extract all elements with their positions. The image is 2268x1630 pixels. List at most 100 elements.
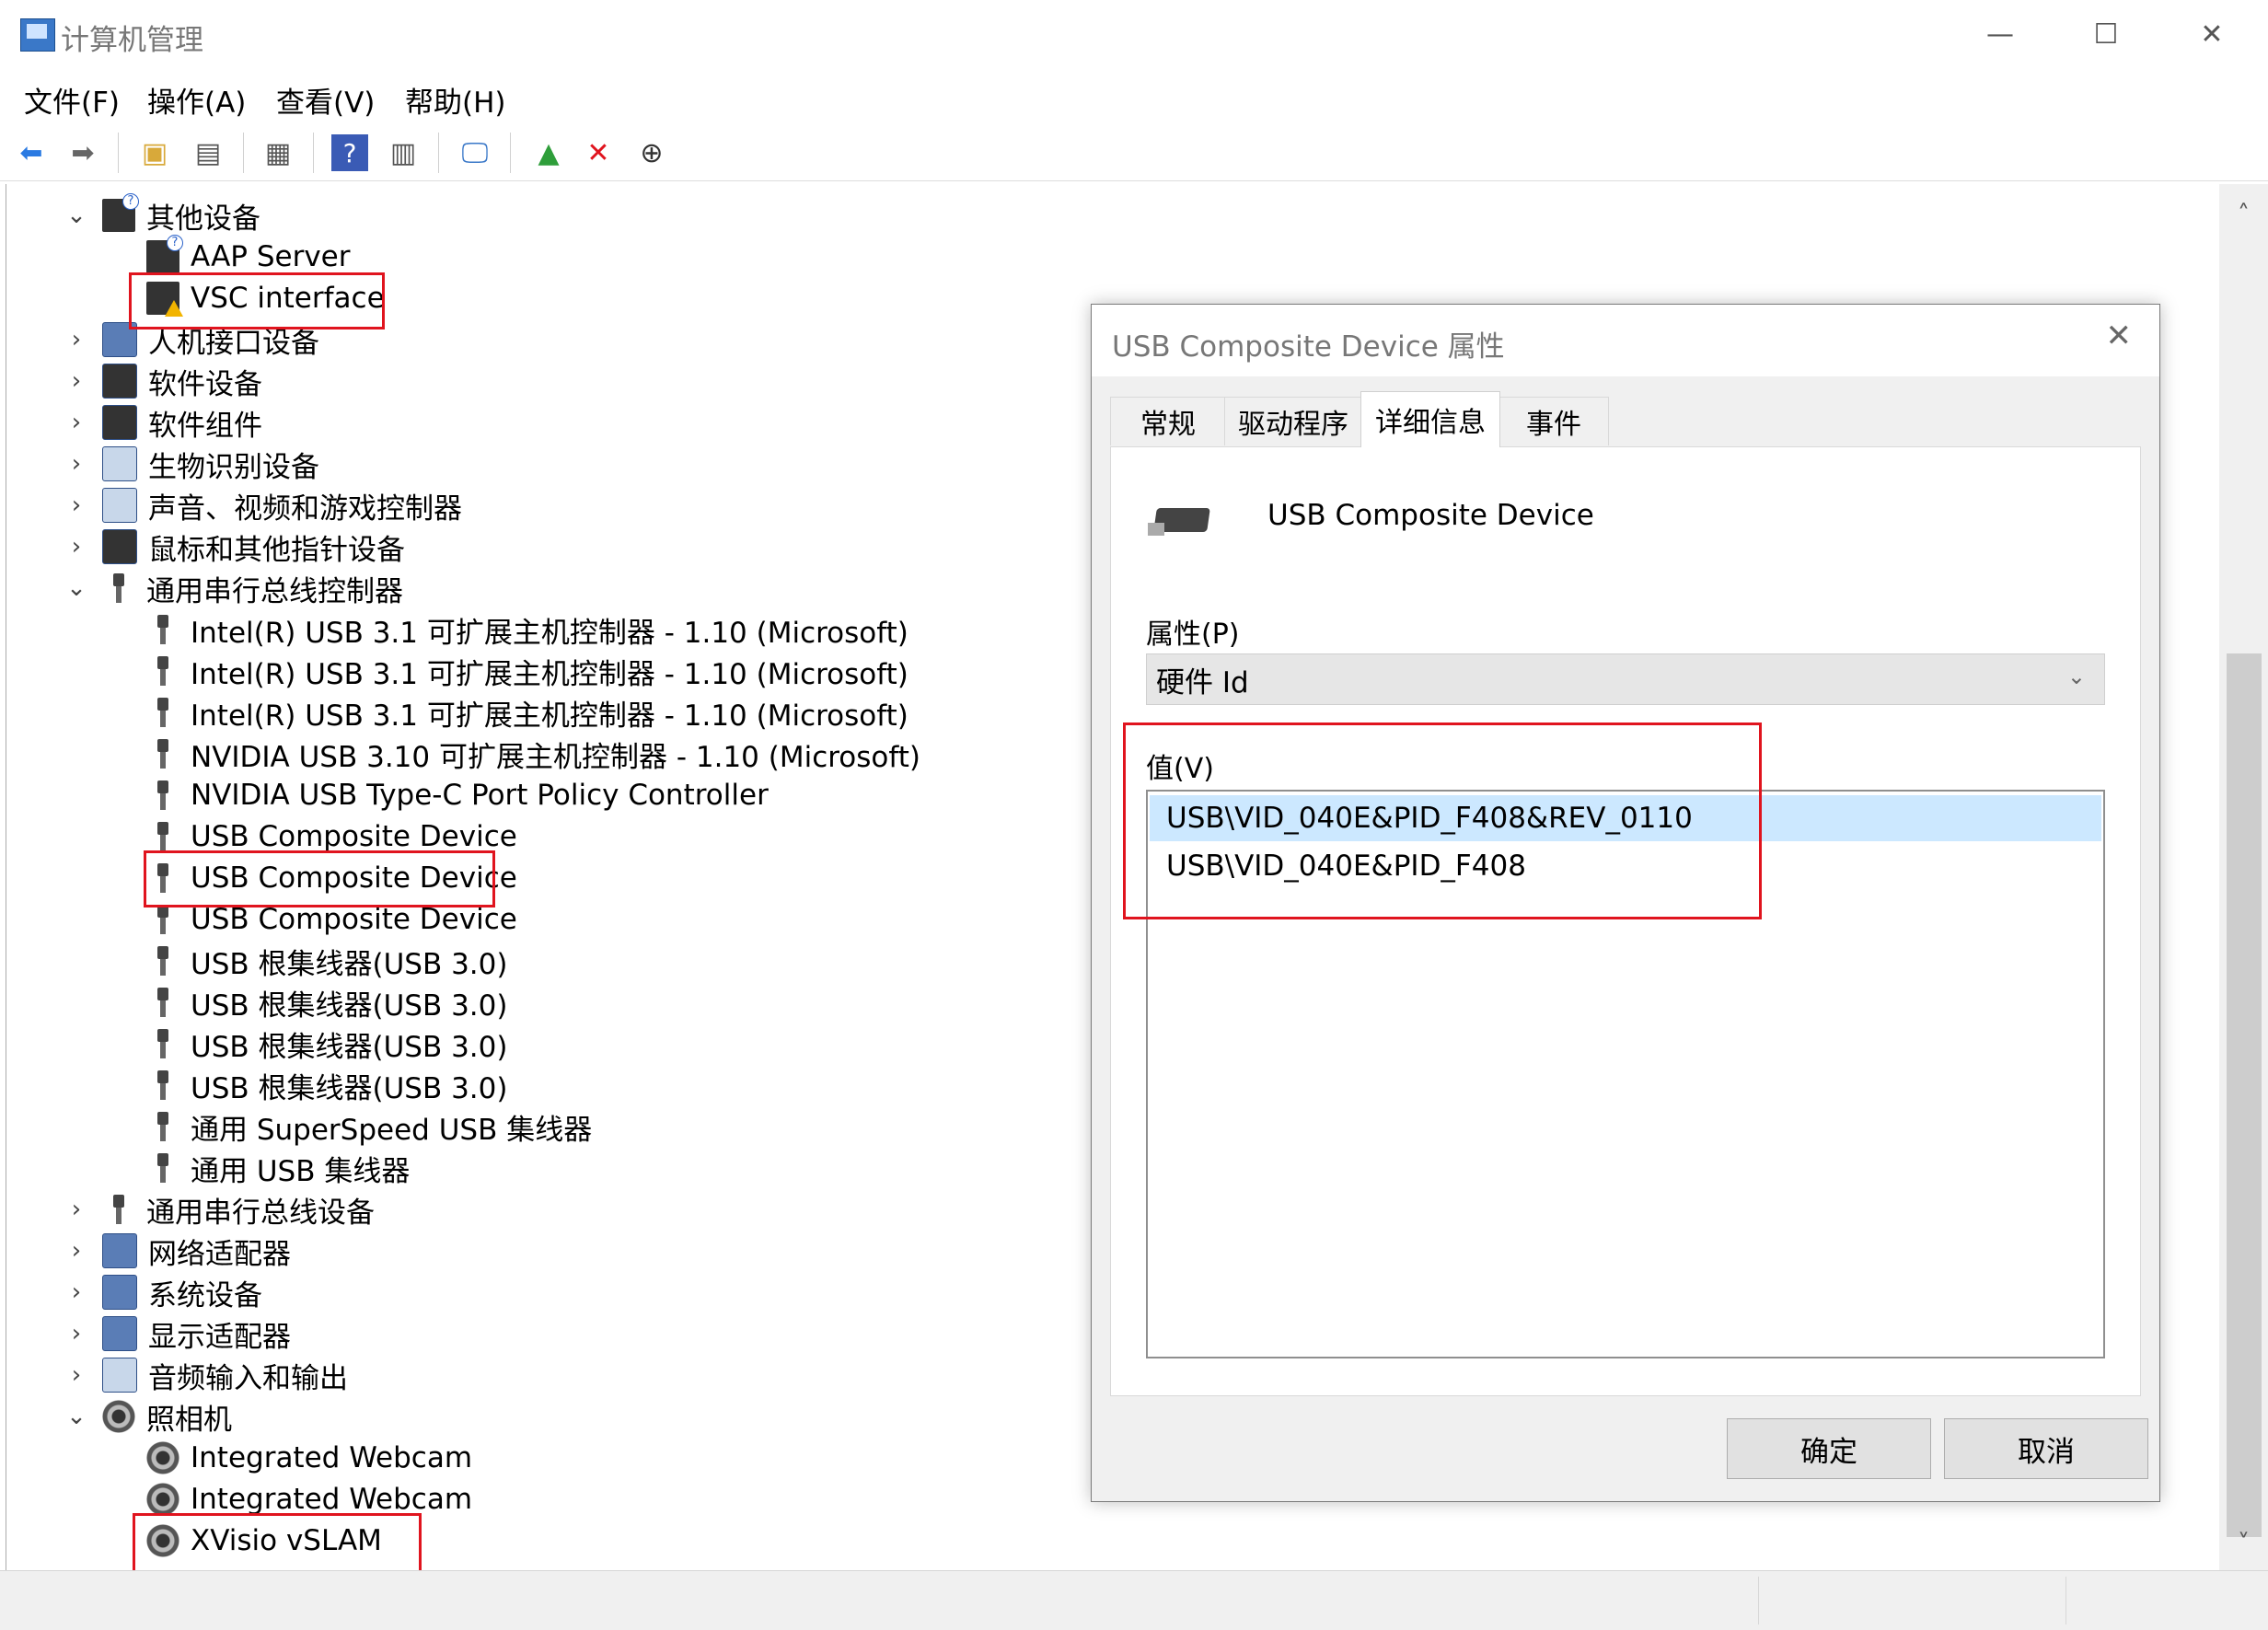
- dialog-title: USB Composite Device 属性: [1112, 330, 1505, 364]
- chevron-right-icon[interactable]: ›: [65, 1272, 87, 1312]
- update-driver-icon[interactable]: ▲: [530, 134, 567, 171]
- tree-item[interactable]: 显示适配器: [102, 1313, 291, 1354]
- tree-item-label: 显示适配器: [148, 1320, 291, 1354]
- chevron-right-icon[interactable]: ›: [65, 1313, 87, 1354]
- tree-item[interactable]: 软件设备: [102, 361, 262, 401]
- property-selected-value: 硬件 Id: [1156, 665, 1249, 699]
- chevron-right-icon[interactable]: ›: [65, 319, 87, 360]
- tree-item-label: NVIDIA USB 3.10 可扩展主机控制器 - 1.10 (Microso…: [191, 740, 921, 774]
- scroll-up-icon[interactable]: ˄: [2219, 201, 2268, 234]
- tree-item[interactable]: 通用 SuperSpeed USB 集线器: [146, 1106, 592, 1147]
- chevron-right-icon[interactable]: ›: [65, 1355, 87, 1395]
- usb-icon: [146, 1151, 179, 1185]
- tree-item-label: 通用串行总线设备: [146, 1196, 375, 1230]
- mouse-icon: [102, 529, 137, 564]
- scroll-thumb[interactable]: [2227, 653, 2262, 1537]
- tree-item[interactable]: NVIDIA USB Type-C Port Policy Controller: [146, 775, 769, 815]
- chevron-right-icon[interactable]: ›: [65, 485, 87, 526]
- tree-item-label: 其他设备: [146, 202, 260, 236]
- back-icon[interactable]: ⬅: [13, 134, 50, 171]
- tab-general[interactable]: 常规: [1110, 397, 1226, 445]
- tree-item-label: USB 根集线器(USB 3.0): [191, 947, 508, 981]
- tree-item[interactable]: 通用串行总线设备: [102, 1189, 375, 1230]
- tree-item[interactable]: Intel(R) USB 3.1 可扩展主机控制器 - 1.10 (Micros…: [146, 609, 908, 650]
- tree-item-label: 通用 USB 集线器: [191, 1154, 411, 1188]
- highlight-box-vsc-interface: [129, 272, 385, 329]
- properties-icon[interactable]: ▦: [260, 134, 296, 171]
- cancel-button[interactable]: 取消: [1944, 1418, 2148, 1479]
- action-pane-icon[interactable]: ▥: [385, 134, 422, 171]
- up-folder-icon[interactable]: ▣: [136, 134, 173, 171]
- chevron-right-icon[interactable]: ›: [65, 1189, 87, 1230]
- tree-item[interactable]: USB 根集线器(USB 3.0): [146, 982, 507, 1023]
- tree-item-label: 软件组件: [148, 409, 262, 443]
- chevron-right-icon[interactable]: ›: [65, 526, 87, 567]
- tree-item[interactable]: 音频输入和输出: [102, 1355, 348, 1395]
- tree-item[interactable]: 其他设备: [102, 193, 260, 236]
- forward-icon[interactable]: ➡: [64, 134, 101, 171]
- menu-file[interactable]: 文件(F): [24, 79, 120, 121]
- chevron-down-icon[interactable]: ⌄: [65, 195, 87, 236]
- biometric-icon: [102, 446, 137, 481]
- maximize-button[interactable]: ☐: [2082, 15, 2130, 55]
- property-label: 属性(P): [1146, 618, 1240, 651]
- computer-icon[interactable]: 🖵: [457, 134, 493, 171]
- tree-item-label: 声音、视频和游戏控制器: [148, 491, 462, 526]
- minimize-button[interactable]: —: [1976, 15, 2024, 55]
- tab-events[interactable]: 事件: [1498, 397, 1609, 445]
- property-select[interactable]: 硬件 Id ⌄: [1146, 653, 2105, 705]
- chevron-down-icon[interactable]: ⌄: [65, 568, 87, 608]
- console-tree-icon[interactable]: ▤: [190, 134, 226, 171]
- menu-view[interactable]: 查看(V): [276, 79, 375, 121]
- tab-details[interactable]: 详细信息: [1360, 391, 1500, 447]
- chevron-right-icon[interactable]: ›: [65, 444, 87, 484]
- scroll-down-icon[interactable]: ˅: [2219, 1530, 2268, 1563]
- usb-icon: [146, 820, 179, 853]
- tree-item[interactable]: AAP Server: [146, 235, 350, 277]
- ok-button[interactable]: 确定: [1727, 1418, 1931, 1479]
- tree-item[interactable]: Integrated Webcam: [146, 1438, 472, 1478]
- tree-item[interactable]: 软件组件: [102, 402, 262, 443]
- device-name: USB Composite Device: [1267, 499, 1594, 532]
- close-button[interactable]: ✕: [2188, 15, 2236, 55]
- chevron-down-icon[interactable]: ⌄: [65, 1396, 87, 1437]
- tree-item[interactable]: Intel(R) USB 3.1 可扩展主机控制器 - 1.10 (Micros…: [146, 651, 908, 691]
- menu-action[interactable]: 操作(A): [147, 79, 246, 121]
- tree-item[interactable]: Intel(R) USB 3.1 可扩展主机控制器 - 1.10 (Micros…: [146, 692, 908, 733]
- tree-item-label: 系统设备: [148, 1278, 262, 1312]
- tree-item-label: 音频输入和输出: [148, 1361, 348, 1395]
- scan-hardware-icon[interactable]: ⊕: [633, 134, 670, 171]
- uninstall-icon[interactable]: ✕: [580, 134, 617, 171]
- tab-driver[interactable]: 驱动程序: [1224, 397, 1362, 445]
- tree-item[interactable]: NVIDIA USB 3.10 可扩展主机控制器 - 1.10 (Microso…: [146, 734, 920, 774]
- chevron-right-icon[interactable]: ›: [65, 361, 87, 401]
- tree-item[interactable]: 生物识别设备: [102, 444, 319, 484]
- display-icon: [102, 1316, 137, 1351]
- chevron-right-icon[interactable]: ›: [65, 402, 87, 443]
- tree-item[interactable]: 系统设备: [102, 1272, 262, 1312]
- dialog-close-icon[interactable]: ✕: [2106, 318, 2133, 354]
- status-bar: [0, 1570, 2268, 1630]
- tree-item-label: 照相机: [146, 1403, 232, 1437]
- camera-icon: [146, 1441, 179, 1474]
- help-icon[interactable]: ?: [331, 134, 368, 171]
- tree-item[interactable]: 网络适配器: [102, 1231, 291, 1271]
- tree-item[interactable]: 通用串行总线控制器: [102, 568, 403, 608]
- tree-item[interactable]: 通用 USB 集线器: [146, 1148, 410, 1188]
- tree-item-label: USB Composite Device: [191, 903, 517, 936]
- tree-item[interactable]: 照相机: [102, 1396, 232, 1437]
- tree-item[interactable]: 声音、视频和游戏控制器: [102, 485, 462, 526]
- usb-icon: [146, 986, 179, 1019]
- chevron-down-icon: ⌄: [2066, 664, 2086, 689]
- tree-item-label: NVIDIA USB Type-C Port Policy Controller: [191, 779, 769, 812]
- tree-item-label: USB 根集线器(USB 3.0): [191, 988, 508, 1023]
- tree-item[interactable]: 鼠标和其他指针设备: [102, 526, 405, 567]
- vertical-scrollbar[interactable]: ˄ ˅: [2219, 184, 2268, 1570]
- tree-item[interactable]: USB 根集线器(USB 3.0): [146, 1065, 507, 1105]
- other-devices-icon: [102, 193, 139, 232]
- tree-item[interactable]: USB 根集线器(USB 3.0): [146, 1023, 507, 1064]
- tree-item-label: Intel(R) USB 3.1 可扩展主机控制器 - 1.10 (Micros…: [191, 616, 908, 650]
- chevron-right-icon[interactable]: ›: [65, 1231, 87, 1271]
- menu-help[interactable]: 帮助(H): [405, 79, 506, 121]
- tree-item[interactable]: USB 根集线器(USB 3.0): [146, 941, 507, 981]
